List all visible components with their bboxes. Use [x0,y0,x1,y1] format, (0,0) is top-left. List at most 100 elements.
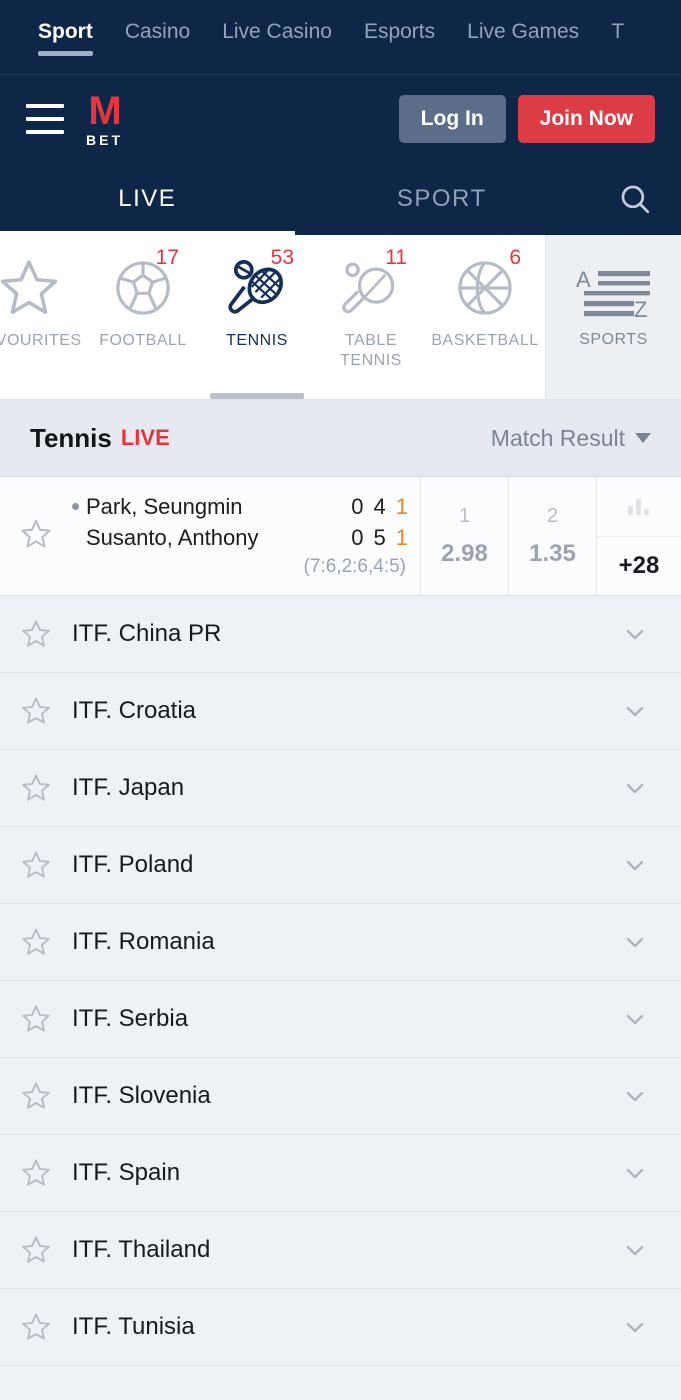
tab-esports[interactable]: Esports [348,0,451,42]
favourite-star-icon[interactable] [0,1311,72,1343]
tab-esports-label: Esports [363,20,436,43]
tab-sport-label: Sport [38,20,93,43]
sport-item-table-tennis[interactable]: 11 TABLE TENNIS [314,235,428,399]
match-info: Park, Seungmin 0 4 1 Susanto, Anthony 0 … [72,491,420,578]
favourite-star-icon[interactable] [0,618,72,650]
login-button[interactable]: Log In [398,95,506,143]
product-tabs: Sport Casino Live Casino Esports Live Ga… [0,0,681,75]
favourite-star-icon[interactable] [0,1080,72,1112]
odds-button-2[interactable]: 2 1.35 [508,477,596,595]
table-tennis-icon: 11 [339,247,407,327]
league-row[interactable]: ITF. Japan [0,750,681,827]
tab-sport[interactable]: Sport [22,0,109,56]
league-name: ITF. Slovenia [72,1082,211,1109]
league-row[interactable]: ITF. Thailand [0,1212,681,1289]
favourite-star-icon[interactable] [0,926,72,958]
chevron-down-icon[interactable] [621,1159,649,1187]
market-filter-dropdown[interactable]: Match Result [491,425,651,452]
football-icon: 17 [111,247,179,327]
tab-truncated[interactable]: T [595,0,640,42]
set-score-summary: (7:6,2:6,4:5) [303,556,406,577]
game-score: 1 [395,493,408,519]
game-score: 1 [395,524,408,550]
header-actions: Log In Join Now [398,95,655,143]
sport-badge: 11 [385,246,407,269]
match-details[interactable]: Park, Seungmin 0 4 1 Susanto, Anthony 0 … [0,477,420,595]
all-sports-label: SPORTS [579,331,648,348]
brand-logo[interactable]: M BET [86,91,123,147]
tab-live-games-label: Live Games [467,20,580,43]
league-row[interactable]: ITF. China PR [0,596,681,673]
svg-text:A: A [576,267,591,292]
tab-live[interactable]: LIVE [0,163,295,235]
sports-scroll-track: FAVOURITES 17 FOOTBALL [0,235,545,399]
league-row[interactable]: ITF. Poland [0,827,681,904]
active-sport-indicator [210,393,304,399]
sport-item-tennis[interactable]: 53 TENNIS [200,235,314,399]
a-z-list-icon: A Z [576,267,650,322]
odds-label: 1 [458,504,471,527]
favourite-star-icon[interactable] [0,1234,72,1266]
star-icon [0,249,62,327]
sport-item-football[interactable]: 17 FOOTBALL [86,235,200,399]
search-icon[interactable] [589,163,681,235]
favourite-star-icon[interactable] [0,772,72,804]
league-name: ITF. Poland [72,851,194,878]
league-row[interactable]: ITF. Romania [0,904,681,981]
match-row[interactable]: Park, Seungmin 0 4 1 Susanto, Anthony 0 … [0,477,681,596]
tab-sport-mode[interactable]: SPORT [295,163,590,235]
topbar-divider [0,74,681,75]
favourite-star-icon[interactable] [0,695,72,727]
basketball-icon: 6 [453,247,521,327]
serve-indicator-placeholder [72,534,79,541]
statistics-button[interactable] [597,477,681,537]
league-row[interactable]: ITF. Serbia [0,981,681,1058]
chevron-down-icon[interactable] [621,697,649,725]
favourite-star-icon[interactable] [0,1157,72,1189]
chevron-down-icon[interactable] [621,620,649,648]
tab-casino-label: Casino [124,20,191,43]
match-extras: +28 [596,477,681,595]
league-list: ITF. China PR ITF. Croatia ITF. Japan IT… [0,596,681,1366]
league-row[interactable]: ITF. Slovenia [0,1058,681,1135]
hamburger-bar [26,104,64,108]
player-scores: 0 5 1 [351,525,408,551]
more-markets-button[interactable]: +28 [597,537,681,596]
chevron-down-icon[interactable] [621,1236,649,1264]
market-filter-label: Match Result [490,424,625,451]
chevron-down-icon[interactable] [621,1082,649,1110]
league-name: ITF. China PR [72,620,222,647]
league-row[interactable]: ITF. Tunisia [0,1289,681,1366]
chevron-down-icon[interactable] [621,1313,649,1341]
player-row-1: Park, Seungmin 0 4 1 [72,491,408,522]
brand-header: M BET Log In Join Now [0,75,681,163]
chevron-down-icon[interactable] [621,851,649,879]
tab-live-casino[interactable]: Live Casino [206,0,348,42]
chevron-down-icon[interactable] [621,928,649,956]
hamburger-bar [26,130,64,134]
set-score-2: 4 [373,493,386,519]
favourite-star-icon[interactable] [0,491,72,551]
sport-item-favourites[interactable]: FAVOURITES [0,235,86,399]
hamburger-icon[interactable] [26,104,64,134]
favourite-star-icon[interactable] [0,1003,72,1035]
chevron-down-icon[interactable] [621,1005,649,1033]
league-name: ITF. Croatia [72,697,197,724]
app-root: Sport Casino Live Casino Esports Live Ga… [0,0,681,1400]
league-row[interactable]: ITF. Croatia [0,673,681,750]
sport-label: TENNIS [226,332,288,349]
all-sports-az-button[interactable]: A Z SPORTS [545,235,681,399]
sport-label: BASKETBALL [431,332,539,349]
odds-button-1[interactable]: 1 2.98 [420,477,508,595]
league-name: ITF. Tunisia [72,1313,195,1340]
chevron-down-icon[interactable] [621,774,649,802]
join-now-button[interactable]: Join Now [517,95,655,143]
set-score-1: 0 [351,493,364,519]
sport-item-basketball[interactable]: 6 BASKETBALL [428,235,542,399]
tab-casino[interactable]: Casino [109,0,206,42]
sports-carousel[interactable]: FAVOURITES 17 FOOTBALL [0,235,681,400]
league-row[interactable]: ITF. Spain [0,1135,681,1212]
favourite-star-icon[interactable] [0,849,72,881]
odds-value: 2.98 [441,539,488,567]
tab-live-games[interactable]: Live Games [451,0,595,42]
